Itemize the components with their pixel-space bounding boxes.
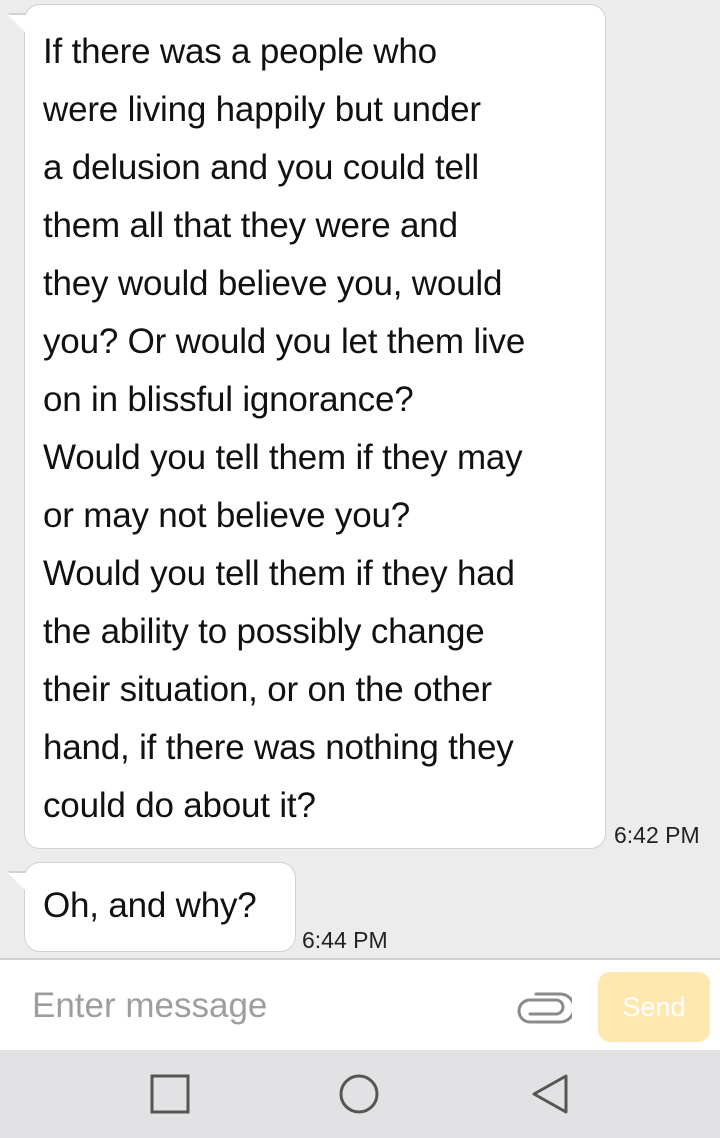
paperclip-icon[interactable] bbox=[516, 990, 572, 1024]
message-input[interactable]: Enter message bbox=[32, 986, 267, 1026]
square-icon[interactable] bbox=[148, 1072, 192, 1116]
message-text: If there was a people who were living ha… bbox=[43, 32, 526, 825]
send-button[interactable]: Send bbox=[598, 972, 710, 1042]
navigation-bar bbox=[0, 1050, 720, 1138]
message-timestamp: 6:44 PM bbox=[302, 927, 388, 953]
message-bubble[interactable]: Oh, and why? bbox=[8, 862, 296, 952]
triangle-back-icon[interactable] bbox=[528, 1072, 572, 1116]
circle-icon[interactable] bbox=[337, 1072, 381, 1116]
message-text: Oh, and why? bbox=[43, 886, 257, 925]
conversation-area: If there was a people who were living ha… bbox=[0, 0, 720, 958]
compose-bar: Enter message Send bbox=[0, 958, 720, 1050]
message-timestamp: 6:42 PM bbox=[614, 822, 700, 848]
message-bubble[interactable]: If there was a people who were living ha… bbox=[8, 4, 606, 849]
